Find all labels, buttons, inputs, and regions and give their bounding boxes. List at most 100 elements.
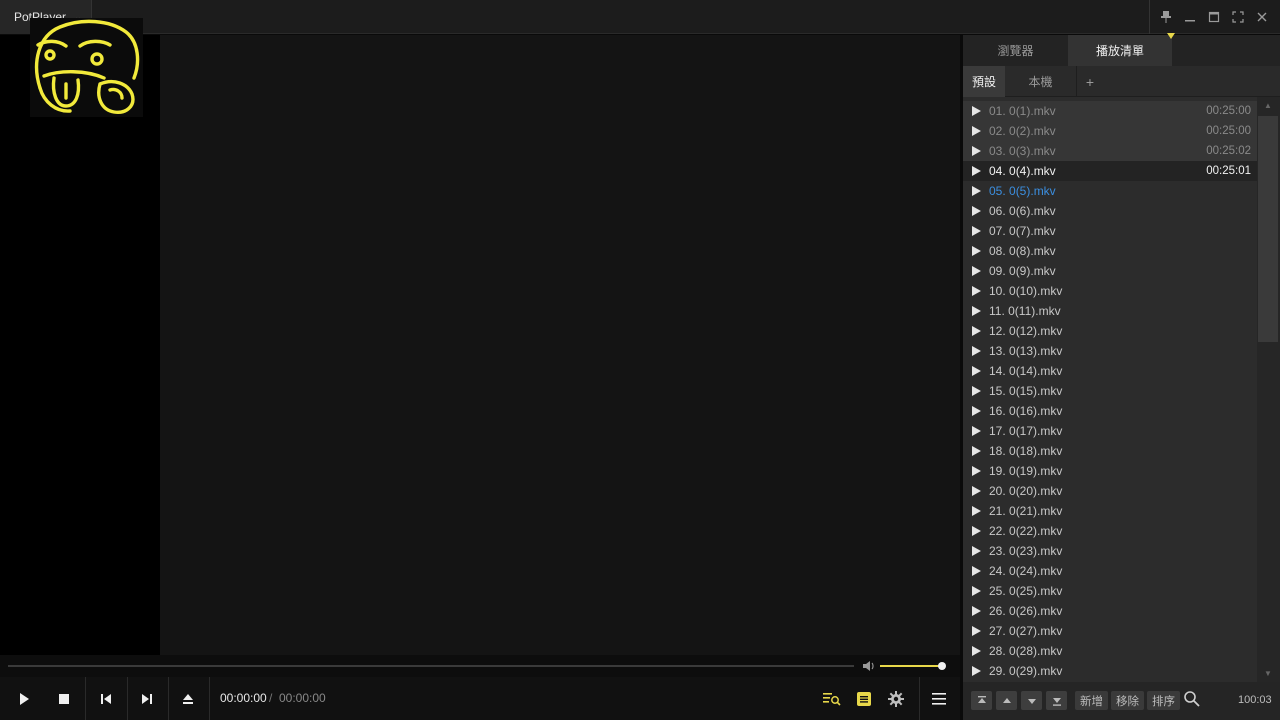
maximize-icon[interactable] — [1202, 5, 1226, 29]
playlist-item[interactable]: 09. 0(9).mkv — [963, 261, 1257, 281]
play-triangle-icon — [963, 346, 989, 356]
playlist-item-name: 11. 0(11).mkv — [989, 304, 1061, 318]
playlist-item[interactable]: 10. 0(10).mkv — [963, 281, 1257, 301]
control-bar: 00:00:00 / 00:00:00 — [0, 677, 960, 720]
open-file-button[interactable] — [168, 677, 208, 720]
playlist-item[interactable]: 15. 0(15).mkv — [963, 381, 1257, 401]
playlist-item-name: 09. 0(9).mkv — [989, 264, 1056, 278]
playlist-item-name: 01. 0(1).mkv — [989, 104, 1056, 118]
volume-slider[interactable] — [880, 662, 946, 670]
playlist-toggle-button[interactable] — [919, 677, 959, 720]
volume-knob[interactable] — [938, 662, 946, 670]
current-time[interactable]: 00:00:00 — [220, 691, 267, 705]
move-up-button[interactable] — [996, 691, 1017, 710]
playlist-item[interactable]: 26. 0(26).mkv — [963, 601, 1257, 621]
move-down-button[interactable] — [1021, 691, 1042, 710]
playlist-item[interactable]: 20. 0(20).mkv — [963, 481, 1257, 501]
playlist-item-name: 10. 0(10).mkv — [989, 284, 1063, 298]
playlist-item[interactable]: 23. 0(23).mkv — [963, 541, 1257, 561]
playlist-item[interactable]: 24. 0(24).mkv — [963, 561, 1257, 581]
playlist-scrollbar[interactable]: ▲ ▼ — [1257, 97, 1280, 682]
playlist-item[interactable]: 13. 0(13).mkv — [963, 341, 1257, 361]
play-triangle-icon — [963, 286, 989, 296]
video-area[interactable] — [160, 35, 960, 655]
playlist-item[interactable]: 18. 0(18).mkv — [963, 441, 1257, 461]
next-button[interactable] — [127, 677, 167, 720]
window-controls-divider — [1149, 0, 1150, 34]
playlist-item[interactable]: 14. 0(14).mkv — [963, 361, 1257, 381]
playlist-item[interactable]: 19. 0(19).mkv — [963, 461, 1257, 481]
scroll-down-icon[interactable]: ▼ — [1264, 669, 1272, 678]
play-triangle-icon — [963, 106, 989, 116]
playlist-item[interactable]: 01. 0(1).mkv 00:25:00 — [963, 101, 1257, 121]
playlist-item-name: 02. 0(2).mkv — [989, 124, 1056, 138]
play-triangle-icon — [963, 446, 989, 456]
potplayer-logo — [30, 18, 143, 117]
playlist-item[interactable]: 16. 0(16).mkv — [963, 401, 1257, 421]
playlist-item[interactable]: 07. 0(7).mkv — [963, 221, 1257, 241]
playlist-item-name: 22. 0(22).mkv — [989, 524, 1063, 538]
move-bottom-button[interactable] — [1046, 691, 1067, 710]
playlist-item[interactable]: 21. 0(21).mkv — [963, 501, 1257, 521]
play-triangle-icon — [963, 206, 989, 216]
playlist-item[interactable]: 11. 0(11).mkv — [963, 301, 1257, 321]
volume-fill — [880, 665, 942, 667]
pin-icon[interactable] — [1154, 5, 1178, 29]
playlist-item[interactable]: 04. 0(4).mkv 00:25:01 — [963, 161, 1257, 181]
play-triangle-icon — [963, 406, 989, 416]
window-controls — [1149, 0, 1274, 34]
add-playlist-tab-button[interactable]: + — [1077, 66, 1103, 97]
search-icon[interactable] — [1183, 690, 1201, 710]
tab-browser[interactable]: 瀏覽器 — [963, 35, 1068, 66]
playlist-item[interactable]: 25. 0(25).mkv — [963, 581, 1257, 601]
play-triangle-icon — [963, 626, 989, 636]
playlist-item[interactable]: 12. 0(12).mkv — [963, 321, 1257, 341]
subtab-default[interactable]: 預設 — [963, 66, 1005, 97]
playlist-item[interactable]: 03. 0(3).mkv 00:25:02 — [963, 141, 1257, 161]
playlist-item[interactable]: 27. 0(27).mkv — [963, 621, 1257, 641]
playlist-item-name: 16. 0(16).mkv — [989, 404, 1063, 418]
playlist-item[interactable]: 06. 0(6).mkv — [963, 201, 1257, 221]
seek-bar[interactable] — [8, 665, 854, 667]
playlist-item-name: 04. 0(4).mkv — [989, 164, 1056, 178]
playlist-item-name: 29. 0(29).mkv — [989, 664, 1063, 678]
settings-button[interactable] — [876, 677, 916, 720]
playlist-item[interactable]: 28. 0(28).mkv — [963, 641, 1257, 661]
menu-icon — [932, 692, 946, 705]
remove-button[interactable]: 移除 — [1111, 691, 1144, 710]
speaker-icon[interactable] — [861, 659, 875, 673]
scroll-up-icon[interactable]: ▲ — [1264, 101, 1272, 110]
playlist-item[interactable]: 17. 0(17).mkv — [963, 421, 1257, 441]
close-icon[interactable] — [1250, 5, 1274, 29]
playlist-item-name: 28. 0(28).mkv — [989, 644, 1063, 658]
play-triangle-icon — [963, 166, 989, 176]
eject-icon — [183, 693, 193, 704]
playlist-footer: 新增 移除 排序 100:03 — [963, 682, 1280, 720]
play-triangle-icon — [963, 246, 989, 256]
move-up-icon — [1002, 697, 1011, 703]
total-time[interactable]: 00:00:00 — [279, 691, 326, 705]
stop-button[interactable] — [44, 677, 84, 720]
move-top-button[interactable] — [971, 691, 992, 710]
play-triangle-icon — [963, 326, 989, 336]
active-tab-marker — [1167, 33, 1175, 39]
fullscreen-icon[interactable] — [1226, 5, 1250, 29]
tab-playlist[interactable]: 播放清單 — [1068, 35, 1172, 66]
sort-button[interactable]: 排序 — [1147, 691, 1180, 710]
playlist-item[interactable]: 02. 0(2).mkv 00:25:00 — [963, 121, 1257, 141]
playlist-item[interactable]: 08. 0(8).mkv — [963, 241, 1257, 261]
control-divider — [209, 677, 210, 720]
play-triangle-icon — [963, 386, 989, 396]
scroll-thumb[interactable] — [1258, 116, 1278, 342]
minimize-icon[interactable] — [1178, 5, 1202, 29]
playlist-item[interactable]: 05. 0(5).mkv — [963, 181, 1257, 201]
list-search-icon — [823, 692, 841, 706]
play-button[interactable] — [4, 677, 44, 720]
subtab-local[interactable]: 本機 — [1005, 66, 1077, 97]
add-button[interactable]: 新增 — [1075, 691, 1108, 710]
playlist-item[interactable]: 22. 0(22).mkv — [963, 521, 1257, 541]
playlist-item-name: 20. 0(20).mkv — [989, 484, 1063, 498]
play-triangle-icon — [963, 306, 989, 316]
playlist-item[interactable]: 29. 0(29).mkv — [963, 661, 1257, 681]
previous-button[interactable] — [86, 677, 126, 720]
